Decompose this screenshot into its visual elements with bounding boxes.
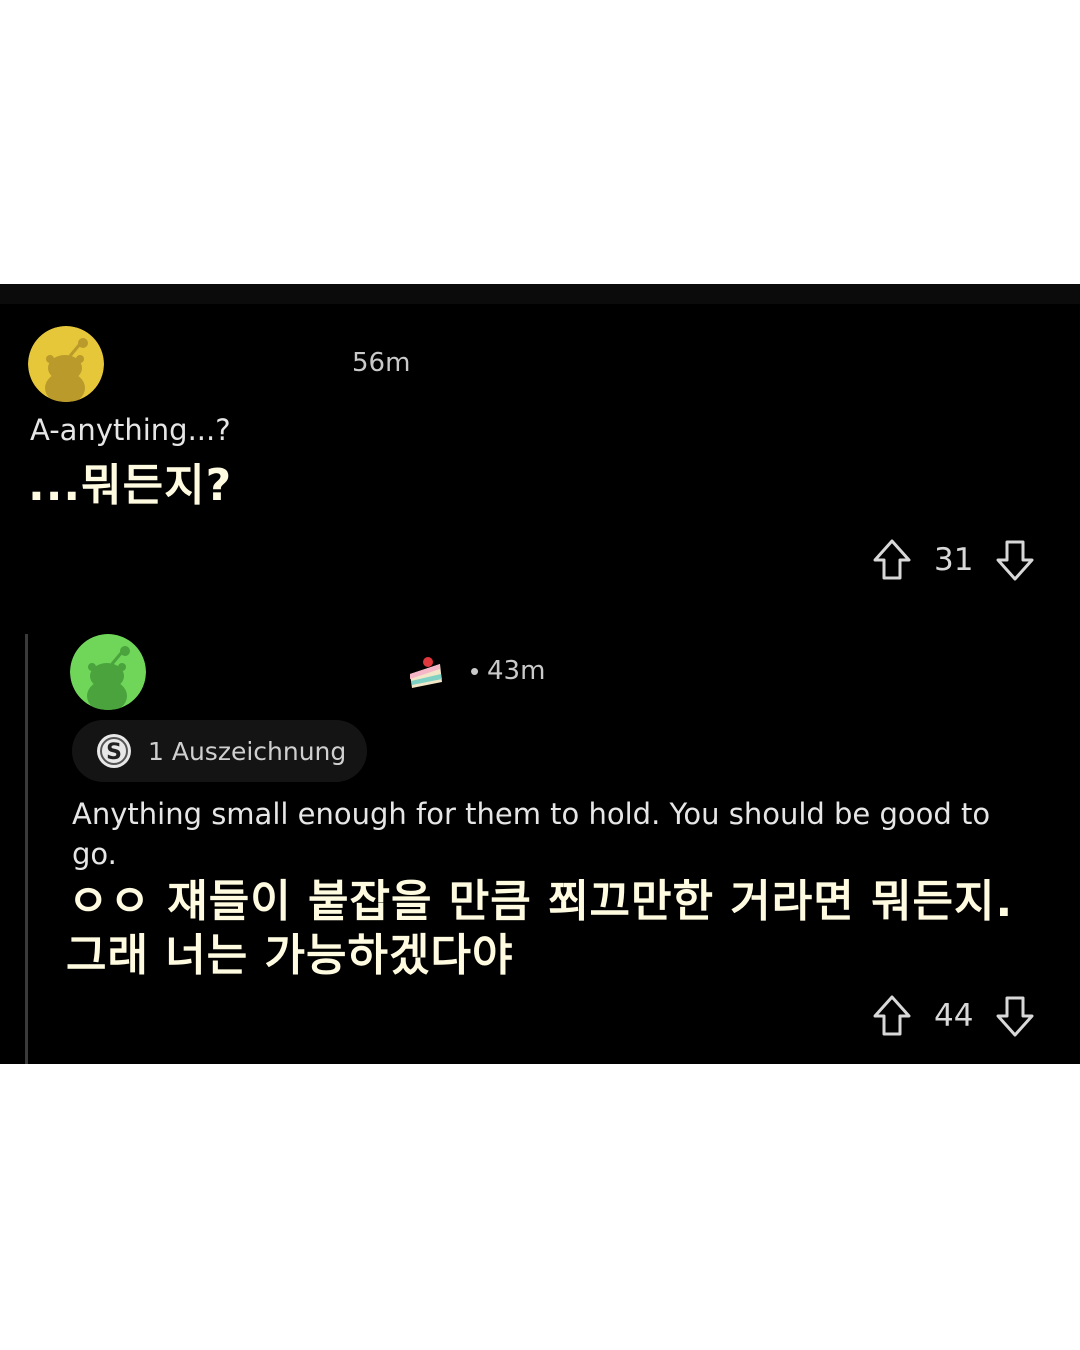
- vote-bar: 31: [872, 538, 1035, 582]
- thread-line[interactable]: [25, 634, 28, 1064]
- subtitle-korean-line1: ㅇㅇ 쟤들이 붙잡을 만큼 쬐끄만한 거라면 뭐든지.: [68, 876, 1014, 927]
- vote-bar: 44: [872, 994, 1035, 1038]
- downvote-icon[interactable]: [995, 538, 1035, 582]
- svg-text:S: S: [106, 740, 122, 765]
- snoo-avatar-icon: [28, 326, 104, 402]
- vote-count: 44: [934, 998, 974, 1034]
- top-strip: [0, 284, 1080, 304]
- comment-text-english: A-anything...?: [30, 413, 231, 447]
- upvote-icon[interactable]: [872, 538, 912, 582]
- post-time: 56m: [352, 348, 411, 378]
- award-s-icon: S: [97, 734, 131, 768]
- vote-count: 31: [934, 542, 974, 578]
- subtitle-korean: ...뭐든지?: [28, 460, 233, 511]
- post-time: 43m: [487, 656, 546, 686]
- user-avatar[interactable]: [70, 634, 146, 710]
- upvote-icon[interactable]: [872, 994, 912, 1038]
- award-label: 1 Auszeichnung: [148, 736, 347, 766]
- comment-text-english: Anything small enough for them to hold. …: [72, 797, 991, 871]
- cake-slice-icon: [410, 657, 442, 688]
- subtitle-korean-line2: 그래 너는 가능하겠다야: [66, 930, 514, 981]
- user-avatar[interactable]: [28, 326, 104, 402]
- downvote-icon[interactable]: [995, 994, 1035, 1038]
- comment-thread: 56m A-anything...? ...뭐든지? 31 • 43m S 1 …: [0, 284, 1080, 1064]
- snoo-avatar-icon: [70, 634, 146, 710]
- meta-separator: •: [470, 656, 480, 686]
- award-badge[interactable]: S 1 Auszeichnung: [72, 720, 367, 782]
